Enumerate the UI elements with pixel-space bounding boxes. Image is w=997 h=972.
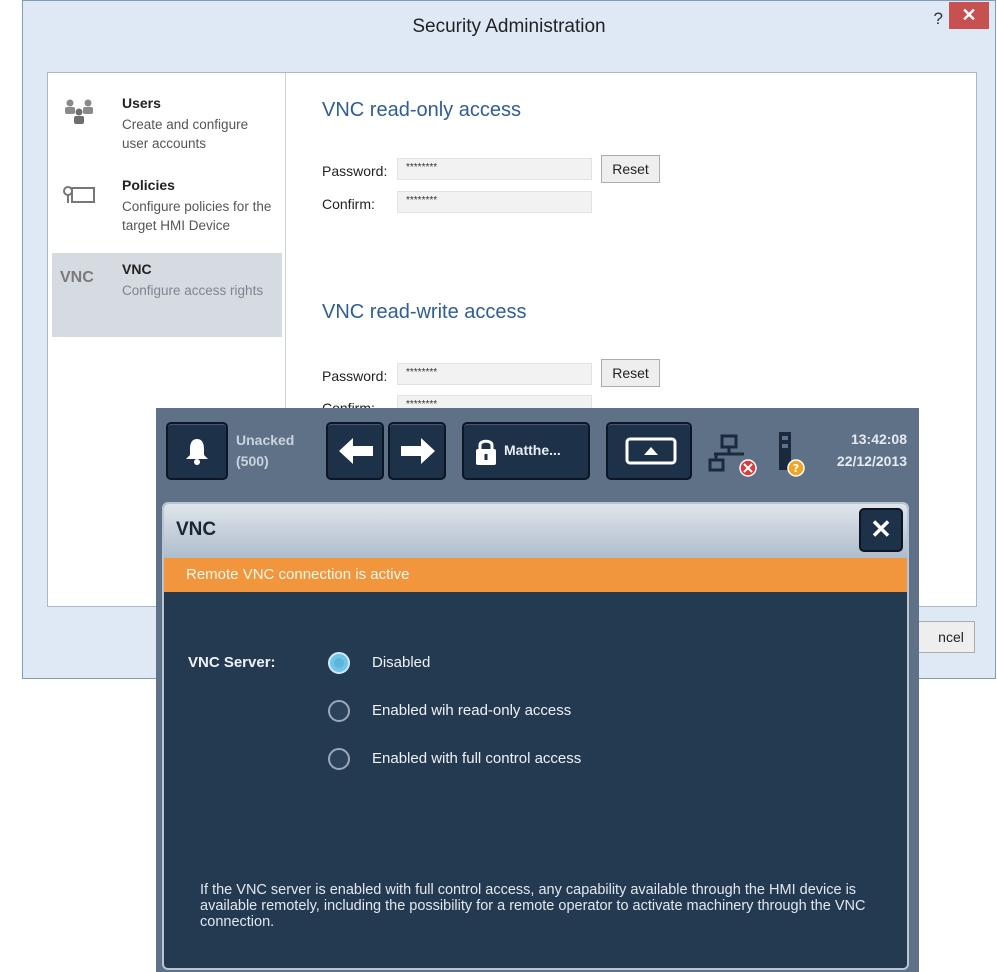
unacked-label: Unacked xyxy=(236,432,295,448)
sidebar-item-desc: Create and configure user accounts xyxy=(122,117,249,151)
sidebar-item-policies[interactable]: Policies Configure policies for the targ… xyxy=(52,169,282,253)
radio-label: Disabled xyxy=(372,654,431,671)
time-display: 13:42:08 xyxy=(850,431,907,447)
sidebar-item-title: Users xyxy=(122,95,161,111)
sidebar-item-title: VNC xyxy=(122,261,152,277)
sidebar-item-desc: Configure access rights xyxy=(122,283,264,298)
close-icon: ✕ xyxy=(870,514,892,544)
eject-icon xyxy=(624,436,678,471)
dialog-close-button[interactable]: ✕ xyxy=(859,508,903,552)
lock-icon xyxy=(474,436,498,473)
readonly-confirm-field[interactable]: ******** xyxy=(397,191,592,213)
arrow-right-icon xyxy=(399,436,437,471)
date-display: 22/12/2013 xyxy=(836,453,907,469)
svg-text:?: ? xyxy=(793,462,799,475)
readonly-password-field[interactable]: ******** xyxy=(397,158,592,180)
user-button[interactable]: Matthe... xyxy=(462,422,590,480)
cancel-button-label: ncel xyxy=(938,629,964,645)
readonly-password-label: Password: xyxy=(322,163,388,179)
readwrite-reset-button[interactable]: Reset xyxy=(601,359,660,387)
network-error-icon xyxy=(708,434,762,483)
readwrite-section-title: VNC read-write access xyxy=(322,301,527,323)
sidebar-item-users[interactable]: Users Create and configure user accounts xyxy=(52,87,282,171)
forward-button[interactable] xyxy=(388,422,446,480)
vnc-dialog: VNC ✕ Remote VNC connection is active VN… xyxy=(162,502,909,970)
hmi-panel: Unacked (500) Matthe... ? 13:42:08 22/12… xyxy=(156,408,919,972)
clock: 13:42:08 22/12/2013 xyxy=(837,428,907,472)
device-warning-icon: ? xyxy=(776,430,808,483)
alarm-button[interactable] xyxy=(166,422,228,480)
window-close-button[interactable]: ✕ xyxy=(949,2,989,29)
bell-icon xyxy=(182,436,212,471)
vnc-icon: VNC xyxy=(60,269,94,286)
radio-label: Enabled wih read-only access xyxy=(372,702,572,719)
arrow-left-icon xyxy=(337,436,375,471)
sidebar-item-desc: Configure policies for the target HMI De… xyxy=(122,199,272,233)
dialog-header: VNC ✕ xyxy=(164,504,907,558)
radio-selected-icon[interactable] xyxy=(328,652,350,674)
readwrite-password-label: Password: xyxy=(322,368,388,384)
radio-label: Enabled with full control access xyxy=(372,750,582,767)
status-banner: Remote VNC connection is active xyxy=(164,558,907,592)
user-label: Matthe... xyxy=(504,442,561,458)
readwrite-password-field[interactable]: ******** xyxy=(397,363,592,385)
readonly-section-title: VNC read-only access xyxy=(322,99,521,121)
back-button[interactable] xyxy=(326,422,384,480)
policies-icon xyxy=(62,179,98,211)
readonly-confirm-label: Confirm: xyxy=(322,196,375,212)
dialog-title: VNC xyxy=(176,519,217,540)
window-title: Security Administration xyxy=(412,16,606,37)
radio-unselected-icon[interactable] xyxy=(328,748,350,770)
help-button[interactable]: ? xyxy=(934,9,943,29)
sidebar-item-title: Policies xyxy=(122,177,175,193)
sidebar-item-vnc[interactable]: VNC VNC Configure access rights xyxy=(52,253,282,337)
readonly-reset-button[interactable]: Reset xyxy=(601,155,660,183)
warning-text: If the VNC server is enabled with full c… xyxy=(200,882,866,930)
radio-unselected-icon[interactable] xyxy=(328,700,350,722)
unacked-count: (500) xyxy=(236,453,269,469)
vnc-server-label: VNC Server: xyxy=(188,654,276,671)
users-icon xyxy=(62,97,98,129)
keyboard-toggle-button[interactable] xyxy=(606,422,692,480)
